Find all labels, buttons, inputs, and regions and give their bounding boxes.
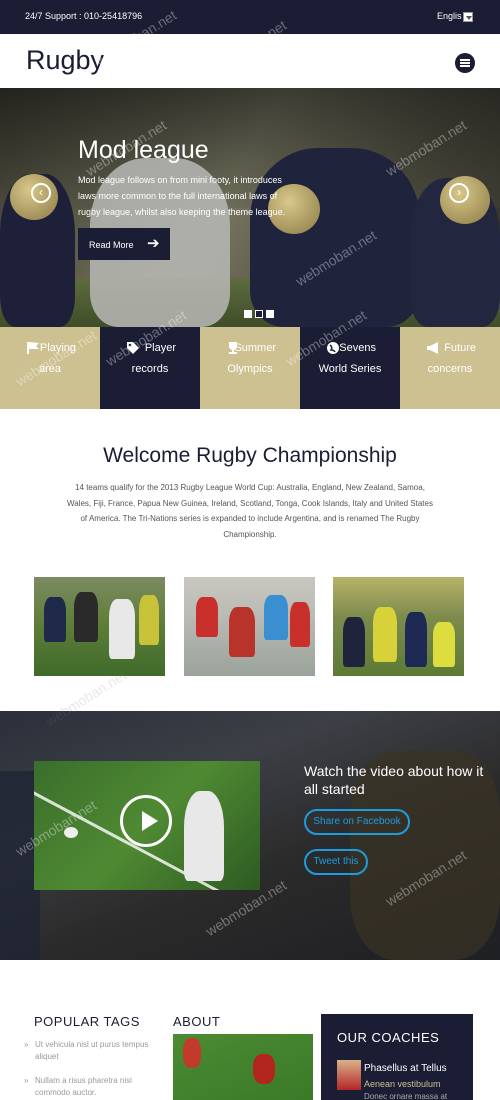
video-player[interactable] [34, 761, 260, 890]
language-select-label[interactable]: Englis [437, 11, 462, 21]
chevron-right-icon: » [24, 1076, 29, 1085]
chevron-right-icon: » [24, 1040, 29, 1049]
coach-role: Aenean vestibulum [364, 1079, 441, 1089]
feature-tile-playing-area[interactable]: Playing area [0, 327, 100, 409]
share-facebook-button[interactable]: Share on Facebook [304, 809, 410, 835]
flag-icon [27, 342, 39, 354]
feature-label: Future [444, 342, 476, 354]
top-bar: 24/7 Support : 010-25418796 Englis [0, 0, 500, 34]
site-header: Rugby [0, 34, 500, 88]
coach-avatar [337, 1060, 361, 1090]
slide-dot[interactable] [266, 310, 274, 318]
site-logo[interactable]: Rugby [26, 45, 104, 76]
slide-dot-active[interactable] [255, 310, 263, 318]
arrow-right-icon: ➔ [147, 235, 160, 252]
read-more-label: Read More [89, 240, 134, 250]
coaches-title: OUR COACHES [337, 1030, 440, 1045]
feature-sublabel: area [38, 363, 62, 375]
feature-tile-player-records[interactable]: Player records [100, 327, 200, 409]
chevron-right-icon[interactable]: › [449, 183, 469, 203]
coach-name[interactable]: Phasellus at Tellus [364, 1063, 447, 1074]
feature-label: Player [144, 342, 176, 354]
feature-label: Sevens [339, 342, 376, 354]
feature-tiles: Playing area Player records Summer Olymp… [0, 327, 500, 409]
about-image [173, 1034, 313, 1100]
read-more-button[interactable]: Read More ➔ [78, 228, 170, 260]
gallery-image[interactable] [333, 577, 464, 676]
about-title: ABOUT [173, 1014, 221, 1029]
welcome-heading: Welcome Rugby Championship [103, 444, 397, 467]
feature-label: Playing [39, 342, 76, 354]
feature-tile-sevens-world-series[interactable]: Sevens World Series [300, 327, 400, 409]
coach-description: Donec ornare massa at [364, 1092, 448, 1100]
megaphone-icon [427, 342, 438, 354]
globe-icon [327, 342, 339, 354]
gallery-image[interactable] [184, 577, 315, 676]
feature-label: Summer [234, 342, 276, 354]
play-icon[interactable] [120, 795, 172, 847]
chevron-left-icon[interactable]: ‹ [31, 183, 51, 203]
hero-title: Mod league [78, 136, 209, 164]
feature-tile-future-concerns[interactable]: Future concerns [400, 327, 500, 409]
menu-icon[interactable] [455, 53, 475, 73]
video-title: Watch the video about how it all started [304, 763, 484, 797]
hero-slider: Mod league Mod league follows on from mi… [0, 88, 500, 327]
slider-dots [244, 305, 277, 323]
popular-tags-title: POPULAR TAGS [34, 1014, 140, 1029]
video-section: Watch the video about how it all started… [0, 711, 500, 960]
feature-sublabel: World Series [318, 363, 382, 375]
tweet-button[interactable]: Tweet this [304, 849, 368, 875]
coaches-panel: OUR COACHES Phasellus at Tellus Aenean v… [321, 1014, 473, 1100]
feature-sublabel: Olympics [227, 363, 273, 375]
feature-sublabel: records [131, 363, 169, 375]
slide-dot[interactable] [244, 310, 252, 318]
tag-icon [127, 342, 139, 354]
feature-tile-summer-olympics[interactable]: Summer Olympics [200, 327, 300, 409]
feature-sublabel: concerns [427, 363, 473, 375]
hero-description: Mod league follows on from mini footy, i… [78, 175, 286, 217]
welcome-text: 14 teams qualify for the 2013 Rugby Leag… [67, 483, 433, 539]
support-phone: 24/7 Support : 010-25418796 [25, 11, 143, 21]
language-dropdown-icon[interactable] [463, 12, 473, 22]
gallery-image[interactable] [34, 577, 165, 676]
